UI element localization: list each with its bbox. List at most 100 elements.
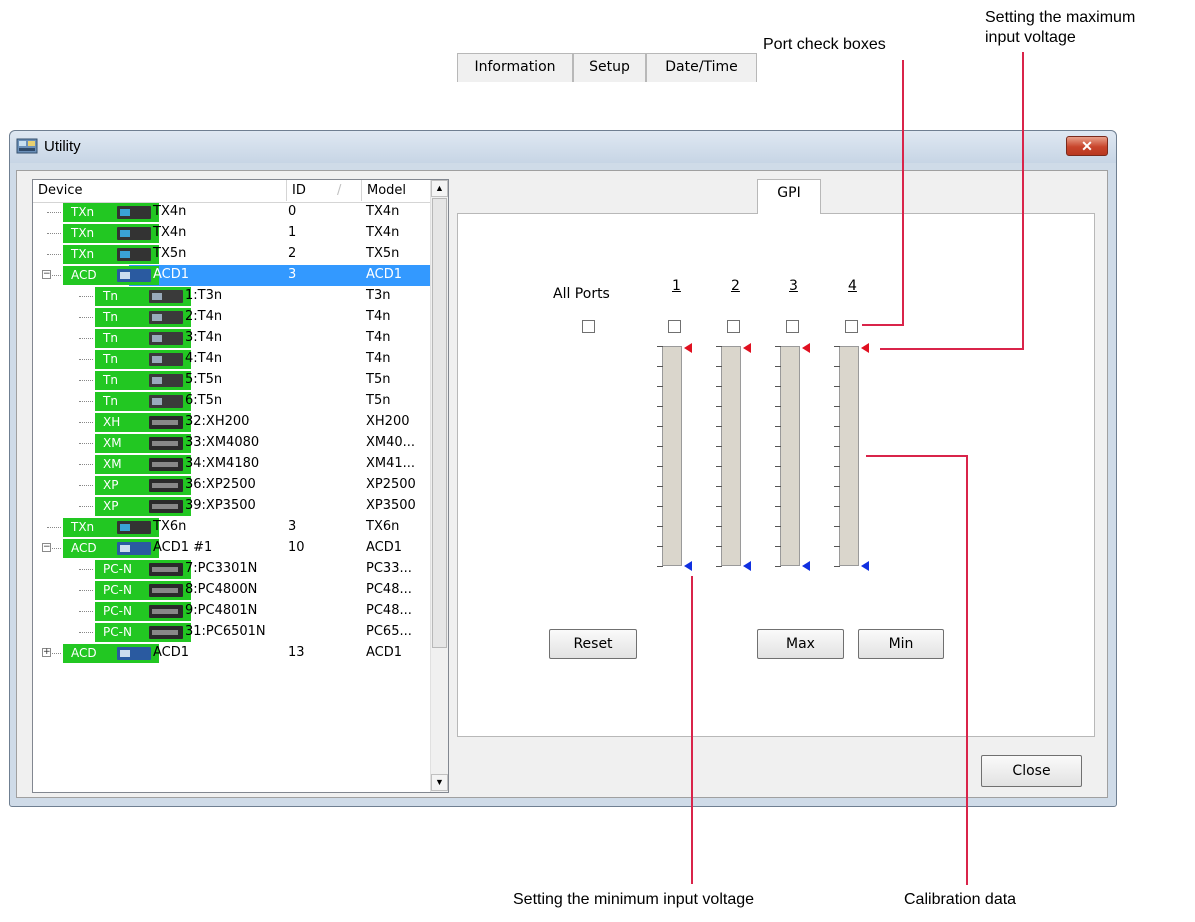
max-button[interactable]: Max bbox=[757, 629, 844, 659]
tree-row[interactable]: XM 33:XM4080 XM40... bbox=[33, 433, 431, 454]
column-id[interactable]: ID / bbox=[287, 180, 362, 201]
device-thumbnail-icon bbox=[149, 605, 183, 618]
tree-vertical-scrollbar[interactable]: ▲ ▼ bbox=[430, 180, 448, 792]
meter-tick bbox=[775, 466, 781, 467]
callout-line-calibration-h bbox=[866, 455, 968, 457]
tab-setup[interactable]: Setup bbox=[573, 53, 646, 82]
tree-row[interactable]: Tn 6:T5n T5n bbox=[33, 391, 431, 412]
device-type-label: Tn bbox=[103, 352, 118, 366]
tree-row[interactable]: XH 32:XH200 XH200 bbox=[33, 412, 431, 433]
tree-row[interactable]: Tn 4:T4n T4n bbox=[33, 349, 431, 370]
calibration-bar bbox=[721, 346, 741, 566]
device-tree[interactable]: Device ID / Model TXn TX4n 0 TX4n TXn TX4n 1 TX… bbox=[32, 179, 449, 793]
tree-row[interactable]: PC-N 9:PC4801N PC48... bbox=[33, 601, 431, 622]
max-voltage-marker-icon[interactable] bbox=[684, 343, 692, 353]
meter-tick bbox=[834, 406, 840, 407]
collapse-icon[interactable]: − bbox=[42, 543, 51, 552]
device-name: 36:XP2500 bbox=[185, 477, 256, 492]
device-type-label: XM bbox=[103, 457, 122, 471]
tree-row[interactable]: XP 39:XP3500 XP3500 bbox=[33, 496, 431, 517]
tree-row[interactable]: + ACD ACD1 13 ACD1 bbox=[33, 643, 431, 664]
column-model[interactable]: Model bbox=[362, 180, 431, 201]
meter-tick bbox=[775, 446, 781, 447]
meter-tick bbox=[834, 566, 840, 567]
all-ports-checkbox[interactable] bbox=[582, 320, 595, 333]
meter-tick bbox=[716, 406, 722, 407]
tree-row[interactable]: XM 34:XM4180 XM41... bbox=[33, 454, 431, 475]
tree-guide bbox=[79, 569, 93, 570]
device-model: XP2500 bbox=[366, 477, 416, 492]
tree-row[interactable]: TXn TX6n 3 TX6n bbox=[33, 517, 431, 538]
min-voltage-marker-icon[interactable] bbox=[743, 561, 751, 571]
calibration-bar bbox=[780, 346, 800, 566]
device-id: 3 bbox=[288, 267, 297, 282]
title-bar[interactable]: Utility ✕ bbox=[10, 131, 1116, 163]
min-button[interactable]: Min bbox=[858, 629, 944, 659]
device-name: 6:T5n bbox=[185, 393, 223, 408]
meter-tick bbox=[834, 366, 840, 367]
min-voltage-marker-icon[interactable] bbox=[684, 561, 692, 571]
tree-row[interactable]: Tn 3:T4n T4n bbox=[33, 328, 431, 349]
port-2-checkbox[interactable] bbox=[727, 320, 740, 333]
meter-tick bbox=[657, 526, 663, 527]
collapse-icon[interactable]: − bbox=[42, 270, 51, 279]
device-name: 7:PC3301N bbox=[185, 561, 258, 576]
tree-row[interactable]: Tn 5:T5n T5n bbox=[33, 370, 431, 391]
tree-row[interactable]: TXn TX4n 1 TX4n bbox=[33, 223, 431, 244]
calibration-meter-port-2 bbox=[713, 343, 751, 571]
device-type-label: PC-N bbox=[103, 562, 132, 576]
close-button[interactable]: Close bbox=[981, 755, 1082, 787]
device-thumbnail-icon bbox=[149, 437, 183, 450]
device-thumbnail-icon bbox=[149, 290, 183, 303]
device-type-label: ACD bbox=[71, 268, 97, 282]
tree-guide bbox=[79, 380, 93, 381]
tab-information[interactable]: Information bbox=[457, 53, 573, 82]
device-type-label: ACD bbox=[71, 646, 97, 660]
tree-row[interactable]: PC-N 8:PC4800N PC48... bbox=[33, 580, 431, 601]
device-thumbnail-icon bbox=[149, 458, 183, 471]
tree-row[interactable]: PC-N 7:PC3301N PC33... bbox=[33, 559, 431, 580]
tree-row[interactable]: Tn 2:T4n T4n bbox=[33, 307, 431, 328]
device-thumbnail-icon bbox=[117, 248, 151, 261]
tab-date-time[interactable]: Date/Time bbox=[646, 53, 757, 82]
min-voltage-marker-icon[interactable] bbox=[802, 561, 810, 571]
max-voltage-marker-icon[interactable] bbox=[802, 343, 810, 353]
tree-row[interactable]: TXn TX5n 2 TX5n bbox=[33, 244, 431, 265]
device-thumbnail-icon bbox=[117, 206, 151, 219]
device-thumbnail-icon bbox=[117, 647, 151, 660]
max-voltage-marker-icon[interactable] bbox=[861, 343, 869, 353]
tree-guide bbox=[47, 254, 61, 255]
expand-icon[interactable]: + bbox=[42, 648, 51, 657]
column-device[interactable]: Device bbox=[33, 180, 287, 201]
port-3-checkbox[interactable] bbox=[786, 320, 799, 333]
max-voltage-marker-icon[interactable] bbox=[743, 343, 751, 353]
device-name: ACD1 #1 bbox=[153, 540, 213, 555]
column-id-label: ID bbox=[292, 183, 306, 198]
tree-row[interactable]: XP 36:XP2500 XP2500 bbox=[33, 475, 431, 496]
device-id: 0 bbox=[288, 204, 297, 219]
scroll-up-button[interactable]: ▲ bbox=[431, 180, 448, 197]
port-1-checkbox[interactable] bbox=[668, 320, 681, 333]
scroll-thumb[interactable] bbox=[432, 198, 447, 648]
tree-row[interactable]: − ACD ACD1 3 ACD1 bbox=[33, 265, 431, 286]
tree-row[interactable]: − ACD ACD1 #1 10 ACD1 bbox=[33, 538, 431, 559]
scroll-down-button[interactable]: ▼ bbox=[431, 774, 448, 791]
device-thumbnail-icon bbox=[117, 521, 151, 534]
tree-row[interactable]: PC-N 31:PC6501N PC65... bbox=[33, 622, 431, 643]
window-close-button[interactable]: ✕ bbox=[1066, 136, 1108, 156]
device-model: T3n bbox=[366, 288, 391, 303]
meter-tick bbox=[834, 526, 840, 527]
device-type-label: XH bbox=[103, 415, 121, 429]
device-type-label: TXn bbox=[71, 226, 95, 240]
port-4-checkbox[interactable] bbox=[845, 320, 858, 333]
device-model: XM40... bbox=[366, 435, 416, 450]
device-thumbnail-icon bbox=[149, 584, 183, 597]
meter-tick bbox=[657, 366, 663, 367]
device-type-label: PC-N bbox=[103, 583, 132, 597]
tree-row[interactable]: TXn TX4n 0 TX4n bbox=[33, 202, 431, 223]
tree-row[interactable]: Tn 1:T3n T3n bbox=[33, 286, 431, 307]
reset-button[interactable]: Reset bbox=[549, 629, 637, 659]
min-voltage-marker-icon[interactable] bbox=[861, 561, 869, 571]
meter-tick bbox=[775, 426, 781, 427]
tab-gpi[interactable]: GPI bbox=[757, 179, 821, 214]
